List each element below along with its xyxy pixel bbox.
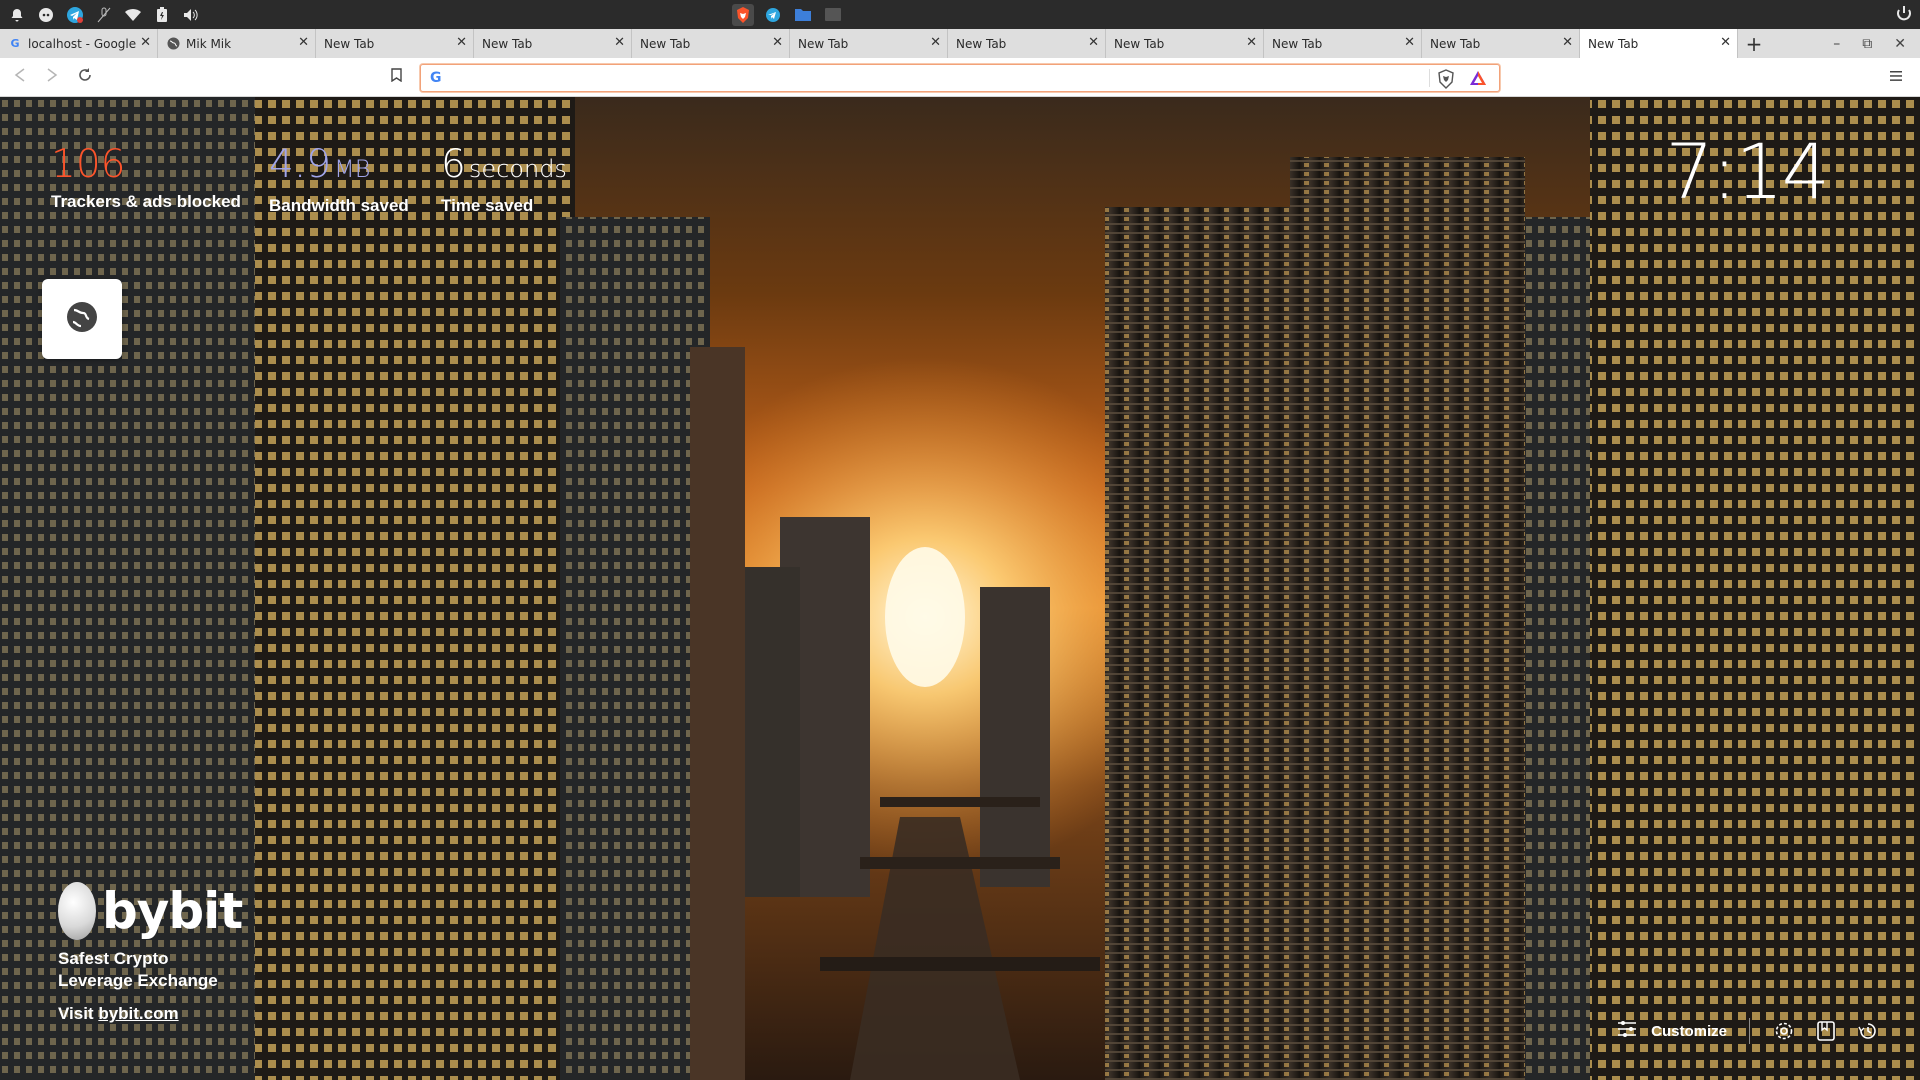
menu-icon[interactable] bbox=[1890, 67, 1902, 86]
forward-icon[interactable] bbox=[46, 67, 58, 86]
bell-icon[interactable] bbox=[8, 6, 26, 24]
globe-icon bbox=[166, 37, 180, 51]
sliders-icon bbox=[1617, 1020, 1637, 1042]
customize-label: Customize bbox=[1651, 1022, 1727, 1040]
tab-title: New Tab bbox=[1430, 36, 1481, 51]
close-icon[interactable]: ✕ bbox=[140, 35, 151, 50]
back-icon[interactable] bbox=[14, 67, 26, 86]
brave-rewards-icon[interactable] bbox=[1469, 70, 1487, 90]
customize-button[interactable]: Customize bbox=[1617, 1020, 1727, 1042]
sponsored-image-info[interactable]: bybit Safest Crypto Leverage Exchange Vi… bbox=[58, 882, 243, 1024]
tab-new-tab[interactable]: New Tab ✕ bbox=[790, 29, 948, 58]
bybit-logo[interactable]: bybit bbox=[58, 882, 243, 940]
maximize-icon[interactable]: ⧉ bbox=[1862, 36, 1872, 52]
close-icon[interactable]: ✕ bbox=[930, 35, 941, 50]
tab-new-tab[interactable]: New Tab ✕ bbox=[1422, 29, 1580, 58]
sponsor-link[interactable]: bybit.com bbox=[98, 1004, 178, 1023]
time-label: Time saved bbox=[441, 196, 534, 215]
mic-off-icon[interactable] bbox=[95, 6, 113, 24]
close-icon[interactable]: ✕ bbox=[1088, 35, 1099, 50]
close-icon[interactable]: ✕ bbox=[1562, 35, 1573, 50]
close-icon[interactable]: ✕ bbox=[1404, 35, 1415, 50]
power-icon[interactable] bbox=[1896, 5, 1912, 27]
bottom-controls: Customize bbox=[1617, 1018, 1880, 1044]
tab-new-tab[interactable]: New Tab ✕ bbox=[474, 29, 632, 58]
tab-title: New Tab bbox=[798, 36, 849, 51]
discord-icon[interactable] bbox=[37, 6, 55, 24]
stat-trackers: 106 Trackers & ads blocked bbox=[51, 142, 241, 212]
top-site-tile[interactable] bbox=[42, 279, 122, 359]
google-icon: G bbox=[430, 70, 442, 86]
close-icon[interactable]: ✕ bbox=[456, 35, 467, 50]
tab-mik-mik[interactable]: Mik Mik ✕ bbox=[158, 29, 316, 58]
tab-title: New Tab bbox=[956, 36, 1007, 51]
tab-title: New Tab bbox=[640, 36, 691, 51]
tab-new-tab[interactable]: New Tab ✕ bbox=[1264, 29, 1422, 58]
reload-icon[interactable] bbox=[78, 67, 92, 86]
volume-icon[interactable] bbox=[182, 6, 200, 24]
close-icon[interactable]: ✕ bbox=[772, 35, 783, 50]
omnibox-divider bbox=[1429, 69, 1430, 87]
tab-title: New Tab bbox=[1588, 36, 1639, 51]
bandwidth-value: 4.9 bbox=[269, 142, 332, 187]
close-icon[interactable]: ✕ bbox=[298, 35, 309, 50]
bybit-wordmark: bybit bbox=[102, 882, 243, 940]
close-icon[interactable]: ✕ bbox=[614, 35, 625, 50]
new-tab-button[interactable]: + bbox=[1738, 29, 1770, 58]
bookmarks-icon[interactable] bbox=[1814, 1019, 1838, 1043]
tab-new-tab-active[interactable]: New Tab ✕ bbox=[1580, 29, 1738, 58]
bookmark-icon[interactable] bbox=[391, 67, 402, 86]
tab-new-tab[interactable]: New Tab ✕ bbox=[632, 29, 790, 58]
tab-strip: G localhost - Google ✕ Mik Mik ✕ New Tab… bbox=[0, 29, 1920, 58]
bybit-mark-icon bbox=[58, 882, 96, 940]
sponsor-tagline-line1: Safest Crypto bbox=[58, 949, 169, 968]
terminal-icon[interactable] bbox=[822, 4, 844, 26]
time-unit: seconds bbox=[468, 155, 567, 183]
stat-bandwidth: 4.9 MB Bandwidth saved bbox=[269, 142, 409, 216]
close-window-icon[interactable]: ✕ bbox=[1894, 36, 1906, 52]
tab-title: New Tab bbox=[324, 36, 375, 51]
tab-title: New Tab bbox=[482, 36, 533, 51]
telegram-icon[interactable] bbox=[762, 4, 784, 26]
close-icon[interactable]: ✕ bbox=[1246, 35, 1257, 50]
tab-new-tab[interactable]: New Tab ✕ bbox=[1106, 29, 1264, 58]
wifi-icon[interactable] bbox=[124, 6, 142, 24]
tab-title: New Tab bbox=[1272, 36, 1323, 51]
background-image bbox=[0, 97, 1920, 1080]
google-icon: G bbox=[10, 37, 20, 50]
visit-prefix: Visit bbox=[58, 1004, 99, 1023]
tab-new-tab[interactable]: New Tab ✕ bbox=[316, 29, 474, 58]
clock: 7:14 bbox=[1665, 127, 1830, 216]
stat-time: 6 seconds Time saved bbox=[441, 142, 567, 216]
brave-icon[interactable] bbox=[732, 3, 754, 26]
system-top-bar bbox=[0, 0, 1920, 29]
tab-title: localhost - Google bbox=[28, 36, 137, 51]
tab-localhost[interactable]: G localhost - Google ✕ bbox=[0, 29, 158, 58]
history-icon[interactable] bbox=[1856, 1019, 1880, 1043]
bandwidth-label: Bandwidth saved bbox=[269, 196, 409, 215]
tab-title: Mik Mik bbox=[186, 36, 232, 51]
telegram-icon[interactable] bbox=[66, 6, 84, 24]
trackers-count: 106 bbox=[51, 142, 126, 187]
minimize-icon[interactable]: – bbox=[1833, 36, 1840, 52]
address-input[interactable] bbox=[451, 68, 1451, 88]
time-value: 6 bbox=[441, 142, 466, 187]
settings-gear-icon[interactable] bbox=[1772, 1019, 1796, 1043]
bandwidth-unit: MB bbox=[334, 155, 371, 183]
close-icon[interactable]: ✕ bbox=[1720, 35, 1731, 50]
new-tab-page: 106 Trackers & ads blocked 4.9 MB Bandwid… bbox=[0, 97, 1920, 1080]
folder-icon[interactable] bbox=[792, 4, 814, 26]
brave-shields-icon[interactable] bbox=[1437, 69, 1455, 93]
trackers-label: Trackers & ads blocked bbox=[51, 192, 241, 211]
divider bbox=[1749, 1018, 1750, 1044]
battery-icon[interactable] bbox=[153, 6, 171, 24]
browser-toolbar: G bbox=[0, 58, 1920, 97]
tab-new-tab[interactable]: New Tab ✕ bbox=[948, 29, 1106, 58]
tab-title: New Tab bbox=[1114, 36, 1165, 51]
globe-icon bbox=[65, 300, 99, 338]
address-bar[interactable]: G bbox=[420, 64, 1500, 92]
sponsor-tagline-line2: Leverage Exchange bbox=[58, 971, 218, 990]
